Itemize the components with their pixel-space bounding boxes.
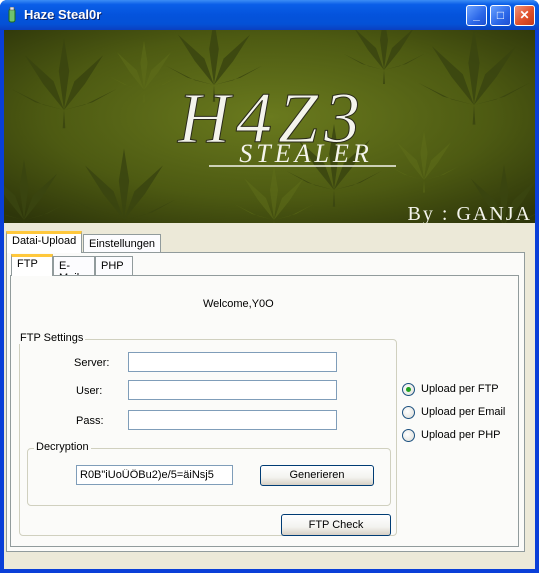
client-area: H4Z3 STEALER By : GANJA Datai-Upload Ein… <box>4 30 535 569</box>
minimize-button[interactable]: _ <box>466 5 487 26</box>
window-title: Haze Steal0r <box>24 7 102 22</box>
ftp-settings-legend: FTP Settings <box>18 332 86 344</box>
banner-credit: By : GANJA <box>408 203 532 223</box>
upload-option-label: Upload per Email <box>421 406 506 418</box>
server-label: Server: <box>74 357 110 369</box>
app-icon <box>8 7 16 23</box>
tab-label: FTP <box>17 258 38 270</box>
app-window: Haze Steal0r _ □ ✕ H4Z3 STEALER By: GAN… <box>0 0 539 573</box>
tab-einstellungen[interactable]: Einstellungen <box>83 234 162 254</box>
maximize-button[interactable]: □ <box>490 5 511 26</box>
generate-button-label: Generieren <box>289 469 345 481</box>
ftp-settings-group: FTP Settings Server: User: Pass: Decrypt… <box>18 332 397 536</box>
tab-label: Einstellungen <box>89 238 156 250</box>
ftp-check-button[interactable]: FTP Check <box>281 514 391 536</box>
upload-option-label: Upload per PHP <box>421 429 501 441</box>
ftp-check-button-label: FTP Check <box>308 519 364 531</box>
user-label: User: <box>76 385 103 397</box>
title-bar[interactable]: Haze Steal0r _ □ ✕ <box>0 0 539 30</box>
upload-option-label: Upload per FTP <box>421 383 499 395</box>
tab-ftp[interactable]: FTP <box>11 254 53 276</box>
decryption-key-field[interactable] <box>76 465 233 485</box>
close-icon: ✕ <box>519 8 530 22</box>
radio-icon[interactable] <box>402 429 415 442</box>
decryption-legend: Decryption <box>34 441 91 453</box>
user-input[interactable] <box>128 380 337 400</box>
decryption-group: Decryption Generieren <box>27 441 391 506</box>
tab-email[interactable]: E-Mail <box>53 256 95 284</box>
radio-selected-dot <box>406 387 411 392</box>
pass-label: Pass: <box>76 415 104 427</box>
pass-input[interactable] <box>128 410 337 430</box>
server-input[interactable] <box>128 352 337 372</box>
maximize-icon: □ <box>496 8 505 22</box>
radio-icon[interactable] <box>402 383 415 396</box>
banner-logo-sub: STEALER <box>239 139 372 168</box>
radio-icon[interactable] <box>402 406 415 419</box>
generate-button[interactable]: Generieren <box>260 465 374 486</box>
tab-label: PHP <box>101 260 124 272</box>
banner-image: H4Z3 STEALER By : GANJA <box>4 30 535 223</box>
tab-php[interactable]: PHP <box>95 256 133 276</box>
tab-datai-upload[interactable]: Datai-Upload <box>6 231 83 253</box>
minimize-icon: _ <box>473 8 480 22</box>
welcome-text: Welcome,Y0O <box>203 298 274 310</box>
tab-label: Datai-Upload <box>12 235 77 247</box>
close-button[interactable]: ✕ <box>514 5 535 26</box>
inner-tab-panel: Welcome,Y0O FTP Settings Server: User: P… <box>10 275 519 547</box>
